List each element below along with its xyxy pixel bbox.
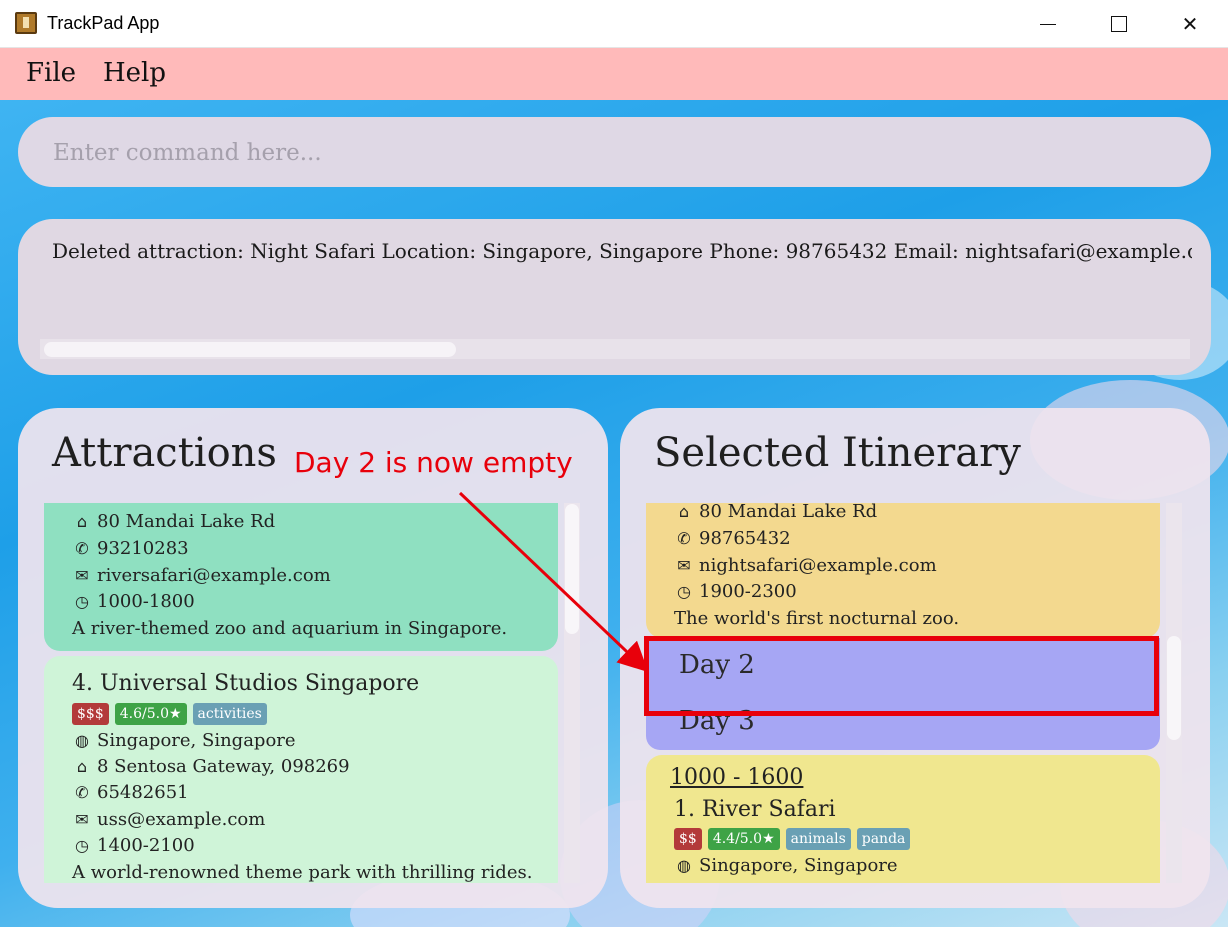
activity-email: nightsafari@example.com — [699, 555, 937, 576]
rating-tag: 4.4/5.0★ — [707, 828, 780, 850]
price-tag: $$$ — [72, 703, 109, 725]
close-icon: ✕ — [1181, 12, 1199, 36]
command-box — [18, 117, 1211, 187]
globe-icon: ◍ — [75, 731, 89, 750]
attraction-card[interactable]: ⌂ 80 Mandai Lake Rd ✆ 93210283 ✉ riversafar… — [44, 503, 558, 651]
attraction-hours: 1000-1800 — [97, 591, 195, 612]
itinerary-title: Selected Itinerary — [654, 430, 1021, 476]
itinerary-scrollbar-thumb[interactable] — [1167, 636, 1181, 740]
close-button[interactable]: ✕ — [1155, 0, 1225, 48]
attraction-name: 4. Universal Studios Singapore — [72, 671, 420, 696]
attraction-email: uss@example.com — [97, 809, 266, 830]
attraction-address: 80 Mandai Lake Rd — [97, 511, 276, 532]
phone-icon: ✆ — [677, 529, 691, 548]
itinerary-activity-card[interactable]: 1000 - 1600 1. River Safari $$ 4.4/5.0★ … — [646, 755, 1160, 883]
mail-icon: ✉ — [75, 566, 89, 585]
attractions-panel: Attractions ⌂ 80 Mandai Lake Rd ✆ 93210283… — [18, 408, 608, 908]
activity-name: 1. River Safari — [674, 797, 836, 822]
annotation-text: Day 2 is now empty — [294, 446, 573, 479]
mail-icon: ✉ — [75, 810, 89, 829]
menu-help[interactable]: Help — [103, 58, 166, 88]
activity-description: The world's first nocturnal zoo. — [674, 608, 960, 629]
minimize-button[interactable] — [1013, 0, 1083, 48]
mail-icon: ✉ — [677, 556, 691, 575]
menu-bar: File Help — [0, 48, 1228, 100]
attraction-email: riversafari@example.com — [97, 565, 331, 586]
command-input[interactable] — [53, 137, 1173, 169]
phone-icon: ✆ — [75, 783, 89, 802]
minimize-icon — [1040, 23, 1056, 25]
globe-icon: ◍ — [677, 856, 691, 875]
horizontal-scrollbar-thumb[interactable] — [44, 342, 456, 357]
activity-address: 80 Mandai Lake Rd — [699, 503, 878, 522]
attraction-description: A river-themed zoo and aquarium in Singa… — [72, 618, 508, 639]
category-tag: panda — [856, 828, 911, 850]
phone-icon: ✆ — [75, 539, 89, 558]
activity-hours: 1900-2300 — [699, 581, 797, 602]
attraction-phone: 93210283 — [97, 538, 189, 559]
house-icon: ⌂ — [76, 757, 88, 776]
menu-file[interactable]: File — [26, 58, 76, 88]
itinerary-activity-card[interactable]: ⌂ 80 Mandai Lake Rd ✆ 98765432 ✉ nightsafar… — [646, 503, 1160, 638]
clock-icon: ◷ — [677, 582, 691, 601]
house-icon: ⌂ — [678, 503, 690, 521]
house-icon: ⌂ — [76, 512, 88, 531]
clock-icon: ◷ — [75, 592, 89, 611]
attraction-address: 8 Sentosa Gateway, 098269 — [97, 756, 350, 777]
activity-time-range: 1000 - 1600 — [670, 765, 804, 790]
category-tag: animals — [785, 828, 851, 850]
day-2-highlight — [644, 636, 1159, 716]
maximize-icon — [1111, 16, 1127, 32]
price-tag: $$ — [674, 828, 702, 850]
attraction-phone: 65482651 — [97, 782, 189, 803]
attraction-hours: 1400-2100 — [97, 835, 195, 856]
result-display: Deleted attraction: Night Safari Locatio… — [18, 219, 1211, 375]
activity-phone: 98765432 — [699, 528, 791, 549]
maximize-button[interactable] — [1084, 0, 1154, 48]
attraction-card[interactable]: 4. Universal Studios Singapore $$$ 4.6/5… — [44, 656, 558, 883]
attractions-title: Attractions — [52, 430, 277, 476]
clock-icon: ◷ — [75, 836, 89, 855]
attractions-scrollbar-thumb[interactable] — [565, 504, 579, 634]
attraction-list[interactable]: ⌂ 80 Mandai Lake Rd ✆ 93210283 ✉ riversafar… — [44, 503, 572, 883]
category-tag: activities — [192, 703, 267, 725]
attraction-location: Singapore, Singapore — [97, 730, 296, 751]
title-bar: TrackPad App ✕ — [0, 0, 1228, 48]
attraction-description: A world-renowned theme park with thrilli… — [72, 862, 533, 883]
rating-tag: 4.6/5.0★ — [114, 703, 187, 725]
activity-location: Singapore, Singapore — [699, 855, 898, 876]
window-title: TrackPad App — [47, 13, 160, 33]
result-text: Deleted attraction: Night Safari Locatio… — [52, 239, 1192, 263]
app-icon — [15, 12, 37, 34]
